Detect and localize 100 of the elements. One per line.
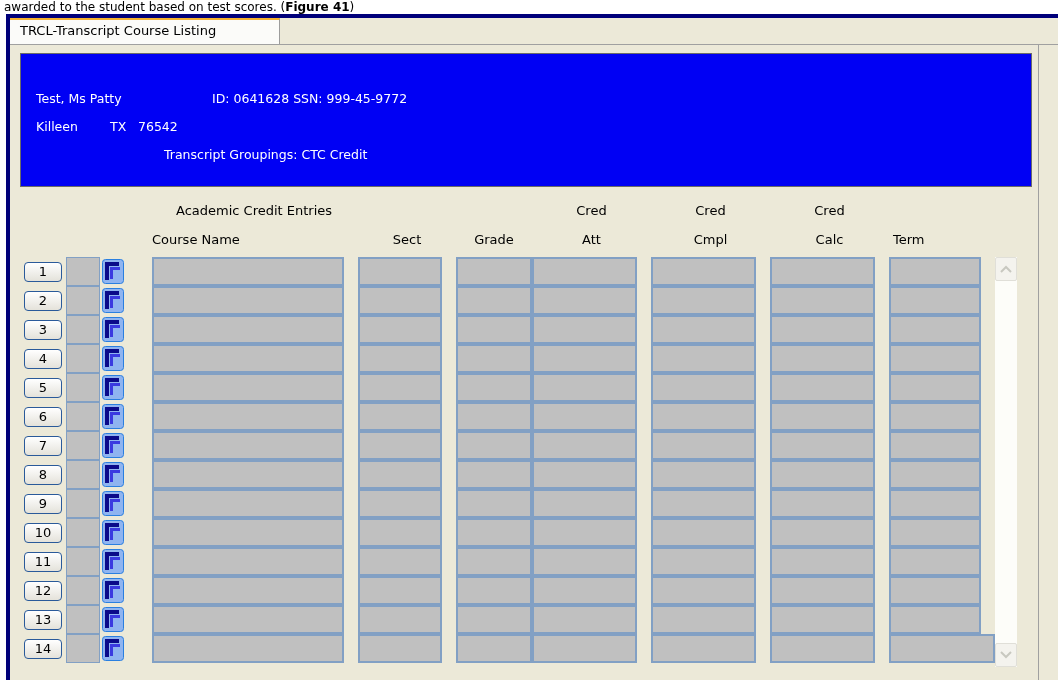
input-field[interactable] — [889, 286, 981, 315]
input-field[interactable] — [456, 547, 532, 576]
row-selector-field[interactable] — [66, 460, 100, 489]
input-field[interactable] — [651, 634, 756, 663]
row-number-button[interactable]: 1 — [24, 261, 62, 282]
input-field[interactable] — [152, 460, 344, 489]
row-number-button[interactable]: 8 — [24, 464, 62, 485]
row-number-button[interactable]: 9 — [24, 493, 62, 514]
input-field[interactable] — [889, 315, 981, 344]
input-field[interactable] — [358, 344, 442, 373]
input-field[interactable] — [152, 257, 344, 286]
input-field[interactable] — [152, 431, 344, 460]
corner-icon[interactable] — [102, 346, 124, 371]
input-field[interactable] — [770, 257, 875, 286]
input-field[interactable] — [358, 402, 442, 431]
input-field[interactable] — [456, 489, 532, 518]
input-field[interactable] — [358, 489, 442, 518]
corner-icon[interactable] — [102, 520, 124, 545]
input-field[interactable] — [456, 373, 532, 402]
input-field[interactable] — [358, 576, 442, 605]
row-selector-field[interactable] — [66, 315, 100, 344]
row-selector-field[interactable] — [66, 518, 100, 547]
input-field[interactable] — [532, 373, 637, 402]
input-field[interactable] — [456, 431, 532, 460]
input-field[interactable] — [532, 489, 637, 518]
input-field[interactable] — [770, 489, 875, 518]
input-field[interactable] — [456, 460, 532, 489]
input-field[interactable] — [152, 489, 344, 518]
input-field[interactable] — [532, 460, 637, 489]
input-field[interactable] — [456, 344, 532, 373]
input-field[interactable] — [152, 286, 344, 315]
input-field[interactable] — [532, 257, 637, 286]
input-field[interactable] — [770, 518, 875, 547]
row-selector-field[interactable] — [66, 605, 100, 634]
row-selector-field[interactable] — [66, 576, 100, 605]
corner-icon[interactable] — [102, 317, 124, 342]
input-field[interactable] — [358, 257, 442, 286]
corner-icon[interactable] — [102, 549, 124, 574]
corner-icon[interactable] — [102, 578, 124, 603]
input-field[interactable] — [889, 489, 981, 518]
input-field[interactable] — [889, 576, 981, 605]
input-field[interactable] — [651, 431, 756, 460]
input-field[interactable] — [152, 634, 344, 663]
input-field[interactable] — [770, 576, 875, 605]
input-field[interactable] — [358, 547, 442, 576]
row-number-button[interactable]: 14 — [24, 638, 62, 659]
input-field[interactable] — [456, 576, 532, 605]
corner-icon[interactable] — [102, 404, 124, 429]
input-field[interactable] — [889, 605, 981, 634]
input-field[interactable] — [456, 605, 532, 634]
input-field[interactable] — [152, 605, 344, 634]
corner-icon[interactable] — [102, 259, 124, 284]
input-field[interactable] — [651, 373, 756, 402]
input-field[interactable] — [532, 547, 637, 576]
corner-icon[interactable] — [102, 433, 124, 458]
input-field[interactable] — [889, 547, 981, 576]
tab[interactable]: TRCL-Transcript Course Listing — [10, 18, 280, 44]
input-field[interactable] — [651, 489, 756, 518]
input-field[interactable] — [532, 605, 637, 634]
input-field[interactable] — [651, 257, 756, 286]
scroll-up-button[interactable] — [995, 257, 1017, 281]
input-field[interactable] — [889, 460, 981, 489]
input-field[interactable] — [651, 547, 756, 576]
row-number-button[interactable]: 11 — [24, 551, 62, 572]
input-field[interactable] — [889, 402, 981, 431]
input-field[interactable] — [651, 344, 756, 373]
row-number-button[interactable]: 2 — [24, 290, 62, 311]
input-field[interactable] — [358, 460, 442, 489]
input-field[interactable] — [152, 518, 344, 547]
input-field[interactable] — [651, 576, 756, 605]
row-number-button[interactable]: 13 — [24, 609, 62, 630]
corner-icon[interactable] — [102, 288, 124, 313]
input-field[interactable] — [358, 431, 442, 460]
input-field[interactable] — [532, 315, 637, 344]
input-field[interactable] — [889, 518, 981, 547]
input-field[interactable] — [651, 315, 756, 344]
input-field[interactable] — [152, 315, 344, 344]
input-field[interactable] — [532, 634, 637, 663]
input-field[interactable] — [770, 402, 875, 431]
input-field[interactable] — [770, 460, 875, 489]
input-field[interactable] — [770, 634, 875, 663]
input-field[interactable] — [532, 431, 637, 460]
input-field[interactable] — [358, 518, 442, 547]
input-field[interactable] — [889, 257, 981, 286]
input-field[interactable] — [770, 431, 875, 460]
row-number-button[interactable]: 7 — [24, 435, 62, 456]
input-field[interactable] — [456, 315, 532, 344]
scroll-down-button[interactable] — [995, 643, 1017, 667]
input-field[interactable] — [532, 286, 637, 315]
row-number-button[interactable]: 3 — [24, 319, 62, 340]
input-field[interactable] — [532, 402, 637, 431]
input-field[interactable] — [456, 634, 532, 663]
input-field[interactable] — [456, 402, 532, 431]
row-number-button[interactable]: 10 — [24, 522, 62, 543]
input-field[interactable] — [456, 257, 532, 286]
corner-icon[interactable] — [102, 462, 124, 487]
input-field[interactable] — [152, 576, 344, 605]
input-field[interactable] — [770, 344, 875, 373]
input-field[interactable] — [651, 518, 756, 547]
input-field[interactable] — [532, 576, 637, 605]
